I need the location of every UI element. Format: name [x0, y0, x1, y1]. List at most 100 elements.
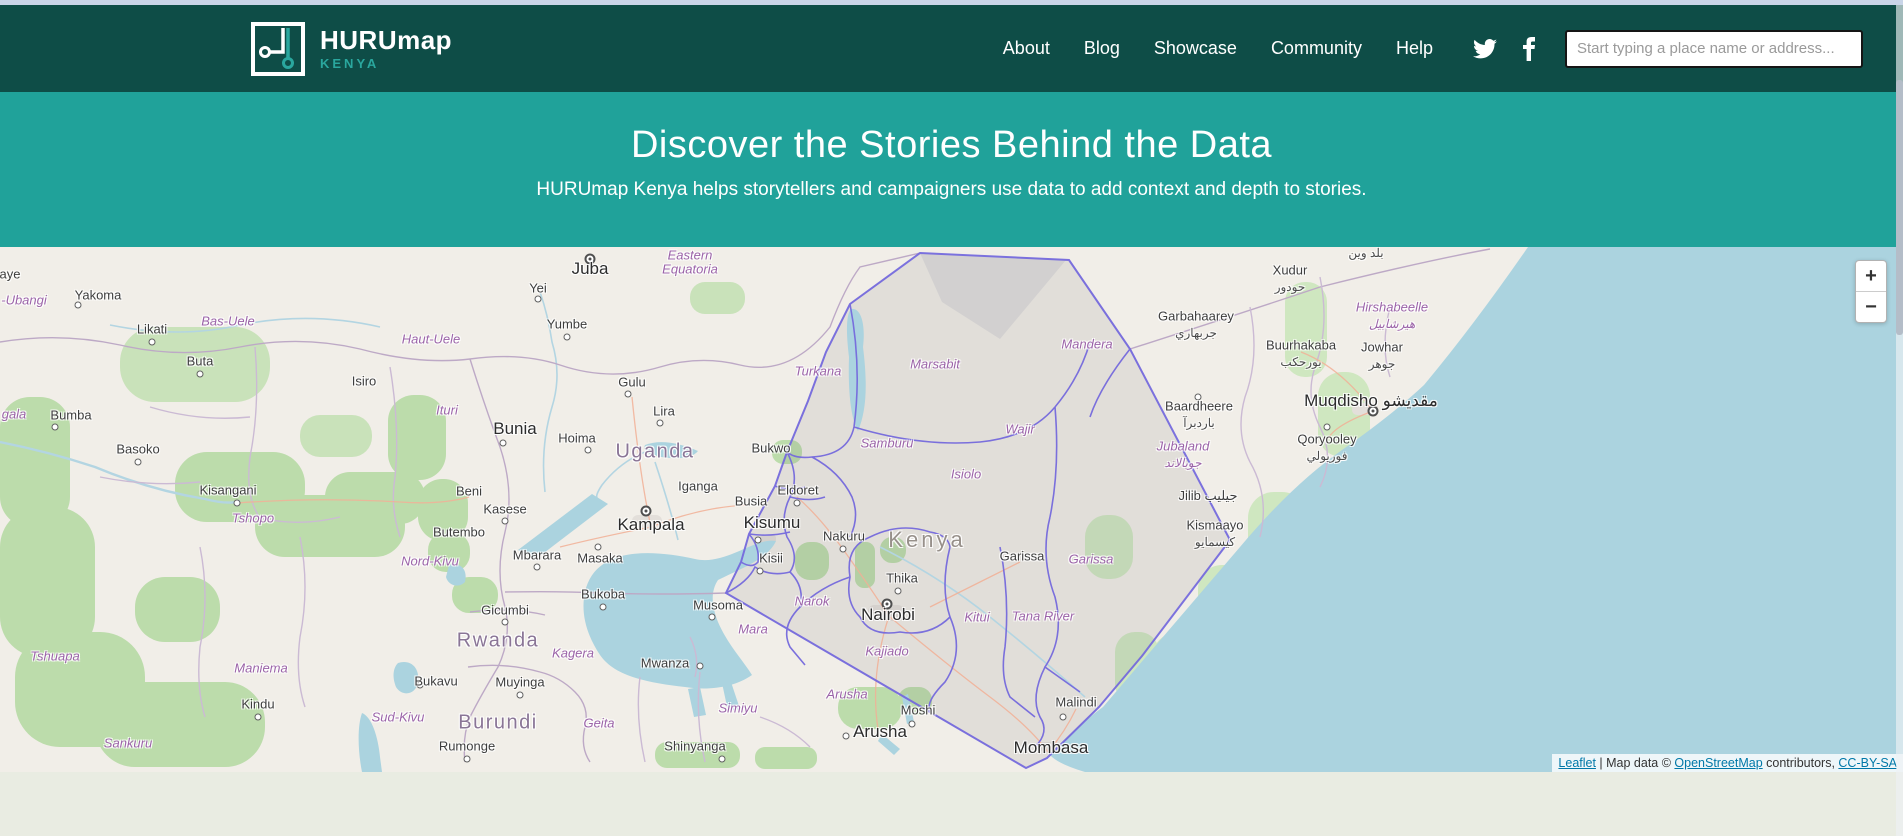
map-label-haut-uele: Haut-Uele [402, 332, 461, 347]
map-label-isiro: Isiro [352, 374, 377, 389]
city-marker [149, 339, 156, 346]
map-label-arusha: Arusha [826, 687, 867, 702]
scrollbar-thumb[interactable] [1896, 80, 1903, 335]
brand-logo[interactable]: HURUmap KENYA [250, 21, 452, 77]
city-marker [697, 663, 704, 670]
nav-link-about[interactable]: About [1003, 38, 1050, 59]
map-label-isiolo: Isiolo [951, 467, 981, 482]
nav-link-blog[interactable]: Blog [1084, 38, 1120, 59]
map-label-beni: Beni [456, 484, 482, 499]
map-label-bukoba: Bukoba [581, 587, 625, 602]
map-label-kampala: Kampala [617, 515, 684, 535]
city-marker [843, 733, 850, 740]
map-label-marsabit: Marsabit [910, 357, 960, 372]
city-marker [1060, 714, 1067, 721]
hurumap-logo-icon [250, 21, 306, 77]
map-label--: بلد وين [1348, 247, 1383, 260]
map-label-aye: aye [0, 267, 20, 282]
twitter-icon[interactable] [1473, 39, 1497, 59]
leaflet-link[interactable]: Leaflet [1558, 756, 1596, 770]
city-marker [502, 518, 509, 525]
map-label-qoryooley: Qoryooley [1297, 432, 1356, 447]
map-label-narok: Narok [795, 594, 830, 609]
map-label--: كيسمايو [1195, 535, 1235, 549]
map-label-thika: Thika [886, 571, 918, 586]
main-nav: About Blog Showcase Community Help [1003, 38, 1433, 59]
map-label-buta: Buta [187, 354, 214, 369]
map-label-sud-kivu: Sud-Kivu [372, 710, 425, 725]
map-label-kitui: Kitui [964, 610, 989, 625]
map-label-wajir: Wajir [1005, 422, 1034, 437]
map-label-eldoret: Eldoret [777, 483, 818, 498]
city-marker [909, 721, 916, 728]
zoom-in-button[interactable]: + [1856, 261, 1886, 292]
facebook-icon[interactable] [1523, 37, 1535, 61]
city-marker [464, 756, 471, 763]
map-label-ituri: Ituri [436, 403, 458, 418]
map-label--: جوبالاند [1164, 456, 1201, 470]
map-label-kasese: Kasese [483, 502, 526, 517]
map-label-kismaayo: Kismaayo [1186, 518, 1243, 533]
search-input[interactable] [1565, 30, 1863, 68]
hero-title: Discover the Stories Behind the Data [0, 92, 1903, 167]
hero-banner: Discover the Stories Behind the Data HUR… [0, 92, 1903, 247]
map-label-sankuru: Sankuru [104, 736, 152, 751]
city-marker [600, 604, 607, 611]
map-label-yakoma: Yakoma [75, 288, 122, 303]
city-marker [500, 440, 507, 447]
map-label-nakuru: Nakuru [823, 529, 865, 544]
map-label-juba: Juba [572, 259, 609, 279]
map-label-busia: Busia [735, 494, 768, 509]
map-label-nord-kivu: Nord-Kivu [401, 554, 459, 569]
city-marker [755, 537, 762, 544]
map-label-rumonge: Rumonge [439, 739, 495, 754]
map-label-gala: gala [2, 407, 27, 422]
city-marker [75, 302, 82, 309]
map-label-kenya: Kenya [888, 527, 965, 553]
license-link[interactable]: CC-BY-SA [1838, 756, 1897, 770]
map-attribution: Leaflet | Map data © OpenStreetMap contr… [1552, 754, 1903, 772]
map-label-moshi: Moshi [901, 703, 936, 718]
hero-subtitle: HURUmap Kenya helps storytellers and cam… [0, 179, 1903, 201]
map-label-jowhar: Jowhar [1361, 340, 1403, 355]
zoom-out-button[interactable]: − [1856, 292, 1886, 322]
map-label-tana-river: Tana River [1012, 609, 1074, 624]
map-label-kindu: Kindu [241, 697, 274, 712]
leaflet-map[interactable]: ayeYakoma-UbangiLikatiBas-UeleHaut-UeleB… [0, 247, 1903, 772]
map-canvas [0, 247, 1903, 772]
city-marker [657, 420, 664, 427]
map-label-kagera: Kagera [552, 646, 594, 661]
map-label-maniema: Maniema [234, 661, 287, 676]
nav-link-help[interactable]: Help [1396, 38, 1433, 59]
nav-link-showcase[interactable]: Showcase [1154, 38, 1237, 59]
nav-link-community[interactable]: Community [1271, 38, 1362, 59]
city-marker [840, 546, 847, 553]
map-label--ubangi: -Ubangi [1, 293, 47, 308]
map-label-shinyanga: Shinyanga [664, 739, 725, 754]
map-label-hoima: Hoima [558, 431, 596, 446]
map-label-bunia: Bunia [493, 419, 536, 439]
map-label-bukavu: Bukavu [414, 674, 457, 689]
brand-country: KENYA [320, 57, 452, 70]
map-label-burundi: Burundi [458, 712, 537, 735]
city-marker [234, 500, 241, 507]
map-label-likati: Likati [137, 322, 167, 337]
osm-link[interactable]: OpenStreetMap [1674, 756, 1762, 770]
map-label-equatoria: Equatoria [662, 262, 718, 277]
city-marker [719, 756, 726, 763]
city-marker [135, 459, 142, 466]
map-label-malindi: Malindi [1055, 695, 1096, 710]
map-label-butembo: Butembo [433, 525, 485, 540]
attribution-contrib: contributors, [1763, 756, 1839, 770]
social-links [1473, 37, 1535, 61]
map-label-yei: Yei [529, 281, 547, 296]
map-label-mandera: Mandera [1061, 337, 1112, 352]
map-label-baardheere: Baardheere [1165, 399, 1233, 414]
city-marker [517, 692, 524, 699]
map-label-masaka: Masaka [577, 551, 623, 566]
map-label-rwanda: Rwanda [457, 630, 539, 653]
map-label-geita: Geita [583, 716, 614, 731]
map-label-gicumbi: Gicumbi [481, 603, 529, 618]
city-marker [895, 588, 902, 595]
map-label-jilib-: Jilib جيليب [1179, 488, 1238, 504]
